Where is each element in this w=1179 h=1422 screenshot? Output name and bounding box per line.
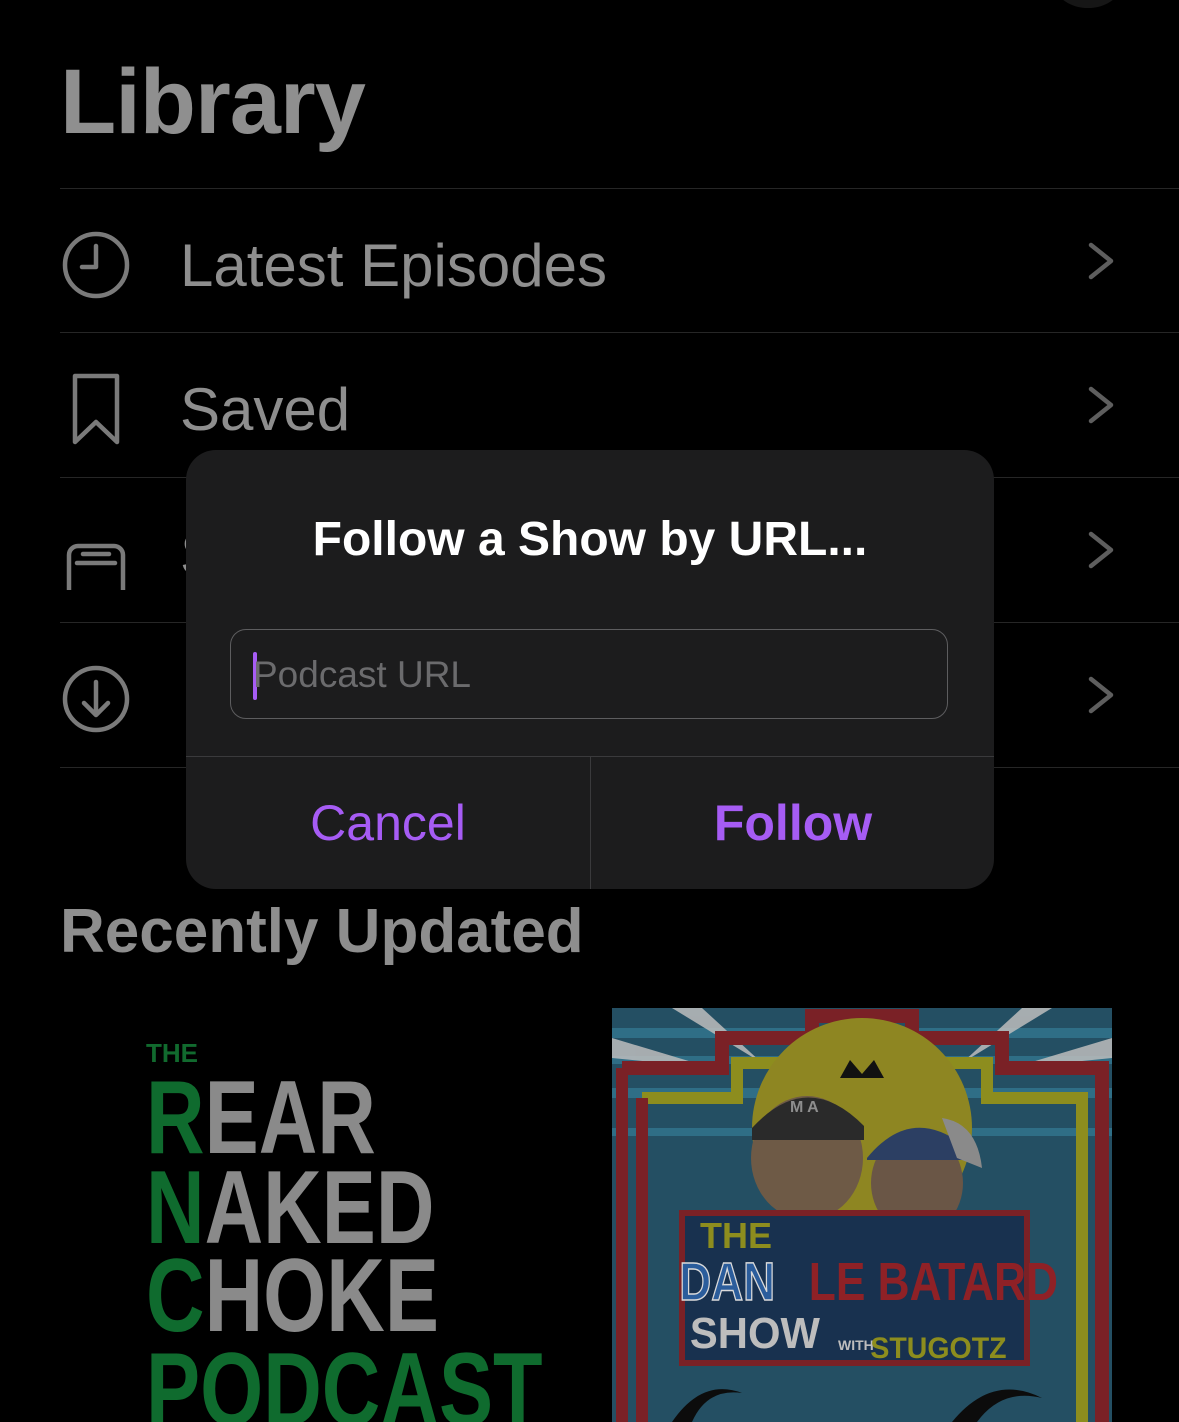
cancel-button[interactable]: Cancel [186, 757, 590, 889]
follow-url-dialog: Follow a Show by URL... Cancel Follow [186, 450, 994, 889]
chevron-right-icon [1088, 386, 1114, 424]
cap-text: M A [790, 1099, 819, 1116]
cover-text: SHOW [690, 1309, 820, 1358]
download-icon [62, 665, 130, 733]
podcast-cover-rear-naked-choke[interactable]: THE REAR NAKED CHOKE PODCAST [60, 1008, 560, 1422]
clock-icon [62, 231, 130, 299]
podcast-url-input[interactable] [251, 630, 925, 720]
cover-text: STUGOTZ [870, 1332, 1006, 1365]
bookmark-icon [72, 373, 120, 445]
cover-text: PODCAST [146, 1332, 543, 1422]
section-title: Recently Updated [60, 897, 584, 966]
dialog-title: Follow a Show by URL... [312, 513, 868, 566]
cover-artwork: M A THE DAN LE BATARD SHOW WITH STUGOTZ [612, 1008, 1112, 1422]
chevron-right-icon [1088, 242, 1114, 280]
podcast-url-field[interactable] [230, 629, 948, 720]
menu-item-label: Latest Episodes [180, 232, 607, 299]
cover-text: THE [700, 1215, 772, 1256]
menu-item-latest-episodes[interactable]: Latest Episodes [0, 189, 1179, 333]
stack-icon [66, 543, 126, 590]
podcast-cover-dan-le-batard-show[interactable]: M A THE DAN LE BATARD SHOW WITH STUGOTZ [612, 1008, 1112, 1422]
cover-text: DAN [679, 1252, 775, 1312]
menu-item-label: Saved [180, 376, 351, 443]
follow-button[interactable]: Follow [591, 757, 994, 889]
page-title: Library [60, 51, 366, 153]
profile-avatar-button[interactable] [1056, 0, 1120, 8]
chevron-right-icon [1088, 676, 1114, 714]
cover-text: LE BATARD [809, 1252, 1058, 1312]
chevron-right-icon [1088, 531, 1114, 569]
cover-text: WITH [838, 1337, 874, 1353]
